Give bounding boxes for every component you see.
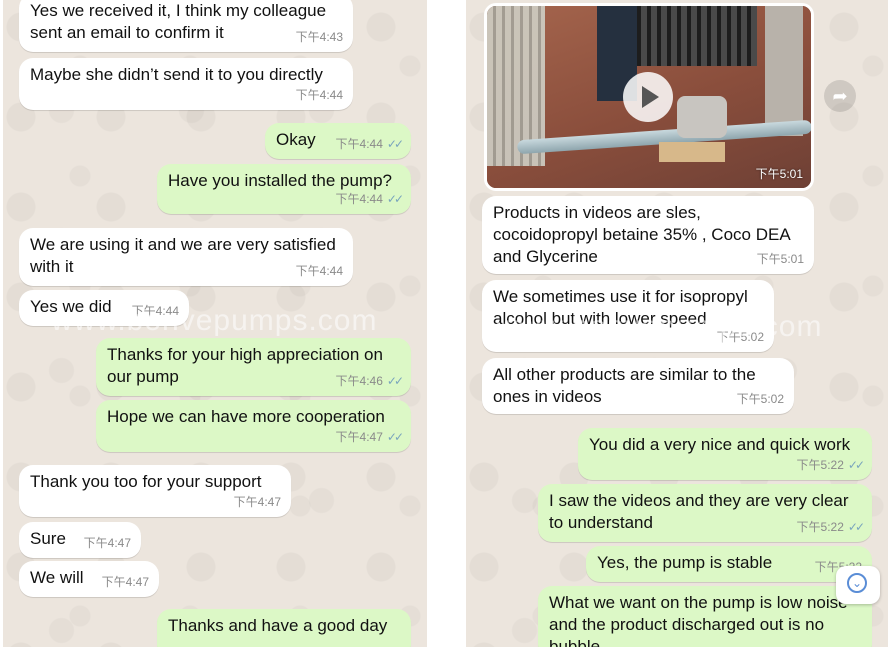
message-meta: 下午4:47 ✓✓ [335, 426, 404, 448]
message-bubble[interactable]: Products in videos are sles, cocoidoprop… [482, 196, 814, 274]
message-text: Products in videos are sles, cocoidoprop… [493, 203, 790, 266]
message-text: Sure [30, 529, 66, 548]
video-thumbnail-pump [677, 96, 727, 138]
message-time: 下午4:47 [101, 575, 149, 589]
message-time: 下午4:44 [295, 88, 343, 102]
message-bubble[interactable]: We will 下午4:47 [19, 561, 159, 597]
message-text: We sometimes use it for isopropyl alcoho… [493, 287, 748, 328]
forward-icon[interactable]: ➦ [824, 80, 856, 112]
play-icon[interactable] [623, 72, 673, 122]
video-message[interactable]: 下午5:01 [484, 3, 814, 191]
message-text: You did a very nice and quick work [589, 435, 851, 454]
message-text: Yes, the pump is stable [597, 553, 773, 572]
message-bubble[interactable]: Yes we did 下午4:44 [19, 290, 189, 326]
message-time: 下午5:22 [796, 520, 844, 534]
double-check-icon: ✓✓ [386, 192, 404, 206]
message-time: 下午4:46 [335, 374, 383, 388]
message-time: 下午4:47 [233, 495, 281, 509]
message-bubble[interactable]: Yes we received it, I think my colleague… [19, 0, 353, 52]
double-check-icon: ✓✓ [386, 430, 404, 444]
message-text: Yes we did [30, 297, 112, 316]
message-bubble[interactable]: I saw the videos and they are very clear… [538, 484, 872, 542]
double-check-icon: ✓✓ [847, 458, 865, 472]
message-bubble[interactable]: Hope we can have more cooperation 下午4:47… [96, 400, 411, 452]
message-time: 下午4:44 [295, 264, 343, 278]
message-bubble[interactable]: We sometimes use it for isopropyl alcoho… [482, 280, 774, 352]
message-time: 下午5:22 [796, 458, 844, 472]
message-time: 下午5:01 [756, 252, 804, 266]
message-bubble[interactable]: Thanks and have a good day [157, 609, 411, 647]
message-bubble[interactable]: Thanks for your high appreciation on our… [96, 338, 411, 396]
message-text: Hope we can have more cooperation [107, 407, 385, 426]
chat-panel-left: Yes we received it, I think my colleague… [3, 0, 427, 647]
scroll-down-button[interactable]: ⌄ [836, 566, 880, 604]
message-bubble[interactable]: What we want on the pump is low noise an… [538, 586, 872, 647]
message-time: 下午5:02 [716, 330, 764, 344]
chevron-down-circle-icon: ⌄ [847, 573, 867, 593]
video-thumbnail-base [659, 142, 725, 162]
message-meta: 下午4:44 ✓✓ [335, 188, 404, 210]
double-check-icon: ✓✓ [386, 137, 404, 151]
message-meta: 下午5:22 ✓✓ [796, 454, 865, 476]
message-bubble[interactable]: You did a very nice and quick work 下午5:2… [578, 428, 872, 480]
video-thumbnail-cage [637, 6, 757, 66]
message-text: What we want on the pump is low noise an… [549, 593, 848, 647]
message-time: 下午5:02 [736, 392, 784, 406]
message-text: We will [30, 568, 84, 587]
video-time: 下午5:01 [755, 167, 803, 181]
message-bubble[interactable]: Maybe she didn’t send it to you directly… [19, 58, 353, 110]
message-time: 下午4:44 [335, 137, 383, 151]
message-bubble[interactable]: Yes, the pump is stable 下午5:22 [586, 546, 872, 582]
double-check-icon: ✓✓ [386, 374, 404, 388]
video-thumbnail-pillar [765, 6, 803, 136]
message-time: 下午4:47 [83, 536, 131, 550]
message-time: 下午4:44 [131, 304, 179, 318]
message-time: 下午4:47 [335, 430, 383, 444]
message-bubble[interactable]: Okay 下午4:44 ✓✓ [265, 123, 411, 159]
message-text: We are using it and we are very satisfie… [30, 235, 336, 276]
message-text: Yes we received it, I think my colleague… [30, 1, 327, 42]
message-text: Thank you too for your support [30, 472, 262, 491]
message-bubble[interactable]: Thank you too for your support 下午4:47 [19, 465, 291, 517]
chat-panel-right: 下午5:01 ➦ Products in videos are sles, co… [466, 0, 888, 647]
message-time: 下午4:44 [335, 192, 383, 206]
double-check-icon: ✓✓ [847, 520, 865, 534]
message-bubble[interactable]: Sure 下午4:47 [19, 522, 141, 558]
message-meta: 下午4:44 ✓✓ [335, 133, 404, 155]
message-time: 下午4:43 [295, 30, 343, 44]
message-bubble[interactable]: Have you installed the pump? 下午4:44 ✓✓ [157, 164, 411, 214]
message-bubble[interactable]: We are using it and we are very satisfie… [19, 228, 353, 286]
message-text: Thanks and have a good day [168, 616, 388, 635]
message-bubble[interactable]: All other products are similar to the on… [482, 358, 794, 414]
message-text: Maybe she didn’t send it to you directly [30, 65, 323, 84]
message-text: All other products are similar to the on… [493, 365, 756, 406]
message-text: Okay [276, 130, 316, 149]
message-meta: 下午4:46 ✓✓ [335, 370, 404, 392]
message-meta: 下午5:22 ✓✓ [796, 516, 865, 538]
